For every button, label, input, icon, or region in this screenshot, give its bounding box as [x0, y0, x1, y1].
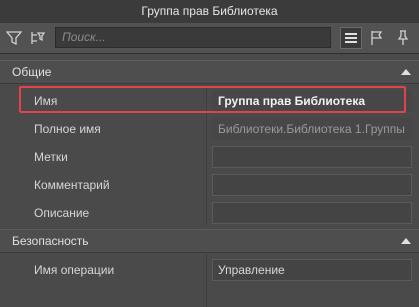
property-name: Комментарий — [34, 178, 110, 192]
window-title: Группа прав Библиотека — [0, 0, 419, 23]
highlight-box — [19, 86, 406, 113]
property-value[interactable] — [212, 174, 412, 196]
property-row[interactable]: Полное имя Библиотеки.Библиотека 1.Групп… — [0, 115, 419, 143]
toolbar: Поиск... — [0, 23, 419, 54]
search-input[interactable]: Поиск... — [55, 27, 331, 48]
list-view-icon[interactable] — [340, 27, 362, 49]
property-row[interactable]: Имя операции Управление — [0, 256, 419, 284]
pin-icon[interactable] — [392, 27, 414, 49]
property-row[interactable]: Описание — [0, 199, 419, 227]
filter-icon[interactable] — [3, 27, 25, 49]
property-value[interactable]: Управление — [212, 259, 412, 281]
property-value[interactable] — [212, 146, 412, 168]
property-value[interactable] — [212, 202, 412, 224]
property-name: Метки — [34, 150, 68, 164]
property-row[interactable]: Комментарий — [0, 171, 419, 199]
property-name: Описание — [34, 206, 90, 220]
tree-filter-icon[interactable] — [27, 27, 49, 49]
property-row[interactable]: Метки — [0, 143, 419, 171]
section-general[interactable]: Общие — [0, 60, 419, 84]
property-name: Имя операции — [34, 263, 115, 277]
property-value[interactable]: Библиотеки.Библиотека 1.Группы — [212, 118, 412, 140]
flag-icon[interactable] — [366, 27, 388, 49]
collapse-icon[interactable] — [401, 237, 411, 245]
section-label: Безопасность — [12, 234, 89, 248]
property-name: Полное имя — [34, 122, 101, 136]
collapse-icon[interactable] — [401, 68, 411, 76]
section-label: Общие — [12, 65, 52, 79]
section-security[interactable]: Безопасность — [0, 229, 419, 253]
